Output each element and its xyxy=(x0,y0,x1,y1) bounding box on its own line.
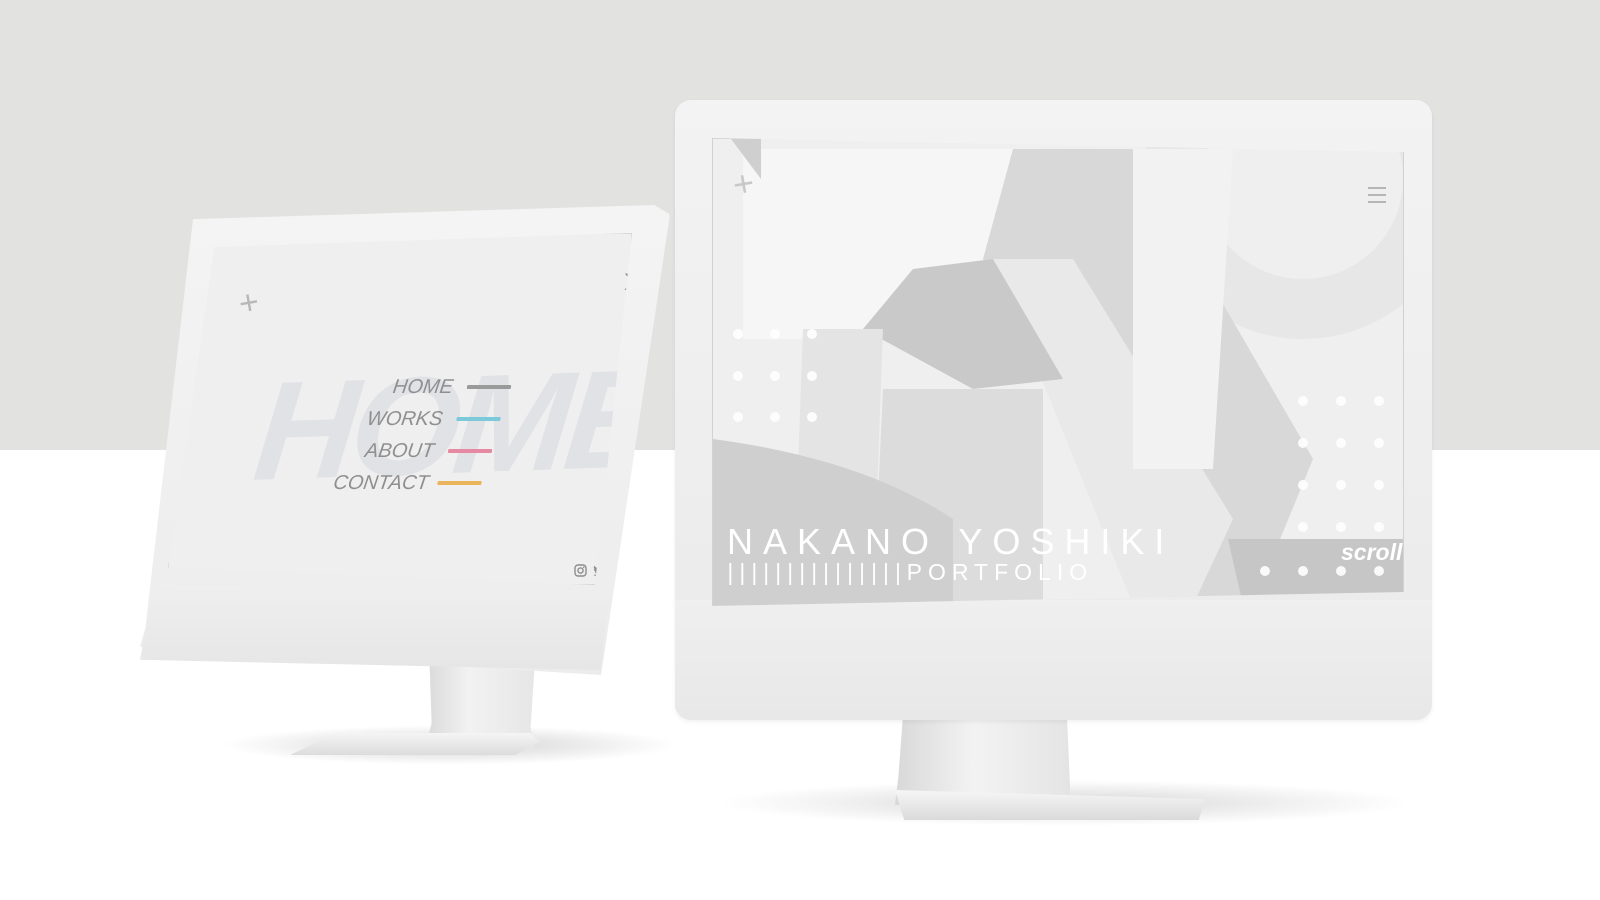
scroll-indicator[interactable]: scroll xyxy=(1341,539,1402,566)
menu-item-label: WORKS xyxy=(365,407,445,430)
menu-item-about[interactable]: ABOUT xyxy=(342,438,494,464)
menu-item-label: ABOUT xyxy=(363,439,436,462)
site-logo[interactable]: + xyxy=(236,283,262,325)
hero-subtitle: |||||||||||||||PORTFOLIO xyxy=(727,559,1093,586)
instagram-icon[interactable] xyxy=(574,564,587,577)
menu-item-label: CONTACT xyxy=(332,471,431,494)
menu-item-works[interactable]: WORKS xyxy=(351,406,503,432)
menu-item-underline xyxy=(447,449,493,453)
menu-item-underline xyxy=(466,385,512,389)
menu-item-contact[interactable]: CONTACT xyxy=(332,470,484,496)
left-monitor: + X HOME HOME WORKS ABOUT CONTACT xyxy=(140,205,680,765)
hero-subtitle-text: PORTFOLIO xyxy=(906,559,1094,585)
right-monitor-stand xyxy=(895,705,1070,805)
menu-item-label: HOME xyxy=(391,375,455,398)
right-monitor: + NAKANO YOSHIKI |||||||||||||||PORTFOLI… xyxy=(675,100,1455,840)
menu-item-home[interactable]: HOME xyxy=(361,374,513,400)
hero-bars: ||||||||||||||| xyxy=(727,559,907,585)
hamburger-icon[interactable] xyxy=(1368,187,1386,208)
menu-item-underline xyxy=(437,481,482,485)
left-monitor-chin xyxy=(140,585,610,670)
right-monitor-chin xyxy=(675,600,1432,720)
menu-list: HOME WORKS ABOUT CONTACT xyxy=(329,374,529,514)
hero-screen: + NAKANO YOSHIKI |||||||||||||||PORTFOLI… xyxy=(712,138,1404,606)
menu-screen: + X HOME HOME WORKS ABOUT CONTACT xyxy=(168,233,632,585)
menu-item-underline xyxy=(456,417,501,421)
hero-name: NAKANO YOSHIKI xyxy=(727,521,1175,562)
